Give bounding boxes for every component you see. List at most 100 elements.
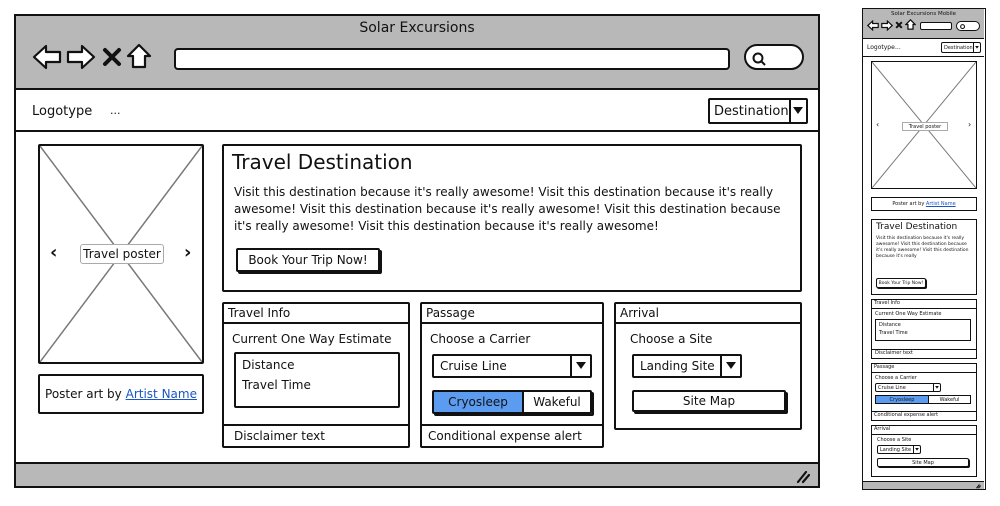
mobile-destination-value: Destination — [944, 44, 973, 51]
carrier-select-value: Cruise Line — [440, 359, 507, 373]
status-bar — [16, 462, 818, 486]
resize-grip-icon[interactable] — [975, 483, 982, 489]
mobile-carrier-label: Choose a Carrier — [875, 375, 917, 381]
mobile-distance: Distance — [879, 322, 901, 328]
poster-prev-arrow[interactable]: ‹ — [50, 242, 57, 263]
site-map-button[interactable]: Site Map — [632, 390, 786, 412]
mobile-carrier-value: Cruise Line — [878, 384, 906, 391]
sleep-mode-toggle[interactable]: Cryosleep Wakeful — [432, 390, 592, 414]
mobile-logotype-ellipsis: ... — [895, 44, 901, 51]
mobile-site-value: Landing Site — [880, 446, 912, 453]
disclaimer-text: Disclaimer text — [224, 424, 408, 446]
mobile-toggle-wakeful[interactable]: Wakeful — [929, 396, 970, 403]
search-button[interactable] — [744, 44, 804, 70]
carrier-select[interactable]: Cruise Line — [432, 354, 592, 378]
back-arrow-icon[interactable] — [32, 44, 62, 70]
mobile-search-button[interactable] — [956, 21, 980, 31]
chevron-down-icon — [788, 100, 806, 122]
forward-arrow-icon[interactable] — [66, 44, 96, 70]
window-title: Solar Excursions — [359, 20, 475, 36]
mobile-site-map-button[interactable]: Site Map — [877, 458, 969, 467]
address-bar[interactable] — [174, 48, 730, 70]
mobile-arrival-header: Arrival — [872, 426, 976, 435]
mobile-poster-prev[interactable]: ‹ — [876, 120, 879, 129]
mobile-toolbar: Solar Excursions Mobile — [863, 9, 984, 39]
mobile-window-title: Solar Excursions Mobile — [890, 11, 957, 17]
mobile-logotype: Logotype — [867, 44, 895, 51]
carrier-label: Choose a Carrier — [430, 332, 531, 346]
destination-hero: Travel Destination Visit this destinatio… — [222, 144, 802, 292]
resize-grip-icon[interactable] — [794, 468, 811, 484]
mobile-site-header: Logotype ... Destination — [863, 39, 984, 57]
arrival-panel: Arrival Choose a Site Landing Site Site … — [614, 302, 802, 430]
mobile-estimate-title: Current One Way Estimate — [875, 311, 942, 317]
toggle-cryosleep[interactable]: Cryosleep — [434, 392, 524, 412]
passage-header: Passage — [422, 304, 602, 324]
mobile-credit-prefix: Poster art by — [892, 201, 925, 207]
poster-credit-prefix: Poster art by — [45, 387, 122, 401]
chevron-down-icon — [720, 356, 740, 376]
expense-alert: Conditional expense alert — [422, 424, 602, 446]
close-icon[interactable] — [895, 21, 903, 29]
distance-label: Distance — [242, 358, 295, 372]
chevron-down-icon — [913, 446, 920, 453]
mobile-artist-link[interactable]: Artist Name — [926, 201, 956, 207]
logotype: Logotype — [32, 104, 93, 119]
mobile-site-label: Choose a Site — [877, 437, 912, 443]
site-select[interactable]: Landing Site — [632, 354, 742, 378]
mobile-travel-info-panel: Travel Info Current One Way Estimate Dis… — [871, 299, 977, 359]
mobile-travel-time: Travel Time — [879, 330, 908, 336]
search-icon — [960, 24, 966, 30]
destination-select[interactable]: Destination — [708, 98, 808, 124]
mobile-sleep-toggle[interactable]: Cryosleep Wakeful — [875, 395, 971, 404]
estimate-title: Current One Way Estimate — [232, 332, 392, 346]
hero-text: Visit this destination because it's real… — [234, 185, 781, 233]
back-arrow-icon[interactable] — [866, 19, 879, 32]
mobile-arrival-panel: Arrival Choose a Site Landing Site Site … — [871, 425, 977, 477]
mobile-passage-header: Passage — [872, 364, 976, 373]
mobile-poster-credit: Poster art by Artist Name — [871, 197, 977, 211]
desktop-browser-window: Solar Excursions Logotype ... Destinatio… — [14, 14, 820, 488]
browser-toolbar: Solar Excursions — [16, 16, 818, 90]
poster-next-arrow[interactable]: › — [184, 242, 191, 263]
arrival-header: Arrival — [616, 304, 800, 324]
mobile-poster-label: Travel poster — [902, 122, 948, 131]
mobile-travel-poster[interactable]: ‹ › Travel poster — [871, 61, 977, 189]
search-icon — [752, 51, 766, 66]
chevron-down-icon — [973, 43, 980, 52]
mobile-poster-next[interactable]: › — [968, 120, 971, 129]
poster-credit: Poster art by Artist Name — [38, 374, 204, 414]
home-icon[interactable] — [904, 18, 917, 30]
home-icon[interactable] — [126, 43, 152, 69]
site-select-value: Landing Site — [640, 359, 715, 373]
mobile-travel-info-header: Travel Info — [872, 300, 976, 309]
travel-info-panel: Travel Info Current One Way Estimate Dis… — [222, 302, 410, 448]
mobile-hero-title: Travel Destination — [876, 222, 958, 232]
mobile-book-button[interactable]: Book Your Trip Now! — [876, 278, 926, 288]
close-icon[interactable] — [102, 47, 122, 67]
mobile-hero-text: Visit this destination because it's real… — [876, 236, 969, 259]
travel-poster[interactable]: ‹ › Travel poster — [38, 144, 204, 364]
artist-name-link[interactable]: Artist Name — [126, 387, 197, 401]
mobile-toggle-cryosleep[interactable]: Cryosleep — [876, 396, 929, 403]
hero-title: Travel Destination — [232, 150, 413, 174]
book-trip-button[interactable]: Book Your Trip Now! — [236, 248, 380, 272]
toggle-wakeful[interactable]: Wakeful — [524, 392, 590, 412]
poster-label: Travel poster — [80, 244, 164, 264]
mobile-destination-select[interactable]: Destination — [941, 42, 981, 53]
mobile-disclaimer: Disclaimer text — [872, 349, 976, 358]
mobile-passage-panel: Passage Choose a Carrier Cruise Line Cry… — [871, 363, 977, 421]
chevron-down-icon — [570, 356, 590, 376]
travel-info-header: Travel Info — [224, 304, 408, 324]
travel-time-label: Travel Time — [242, 378, 311, 392]
mobile-carrier-select[interactable]: Cruise Line — [875, 383, 941, 392]
forward-arrow-icon[interactable] — [881, 19, 894, 32]
mobile-estimate-box: Distance Travel Time — [875, 319, 971, 341]
site-header: Logotype ... Destination — [16, 92, 818, 132]
mobile-site-select[interactable]: Landing Site — [877, 445, 921, 454]
destination-select-value: Destination — [714, 103, 789, 119]
mobile-address-bar[interactable] — [920, 22, 952, 30]
logotype-ellipsis: ... — [110, 104, 121, 117]
estimate-box: Distance Travel Time — [234, 352, 400, 408]
passage-panel: Passage Choose a Carrier Cruise Line Cry… — [420, 302, 604, 448]
